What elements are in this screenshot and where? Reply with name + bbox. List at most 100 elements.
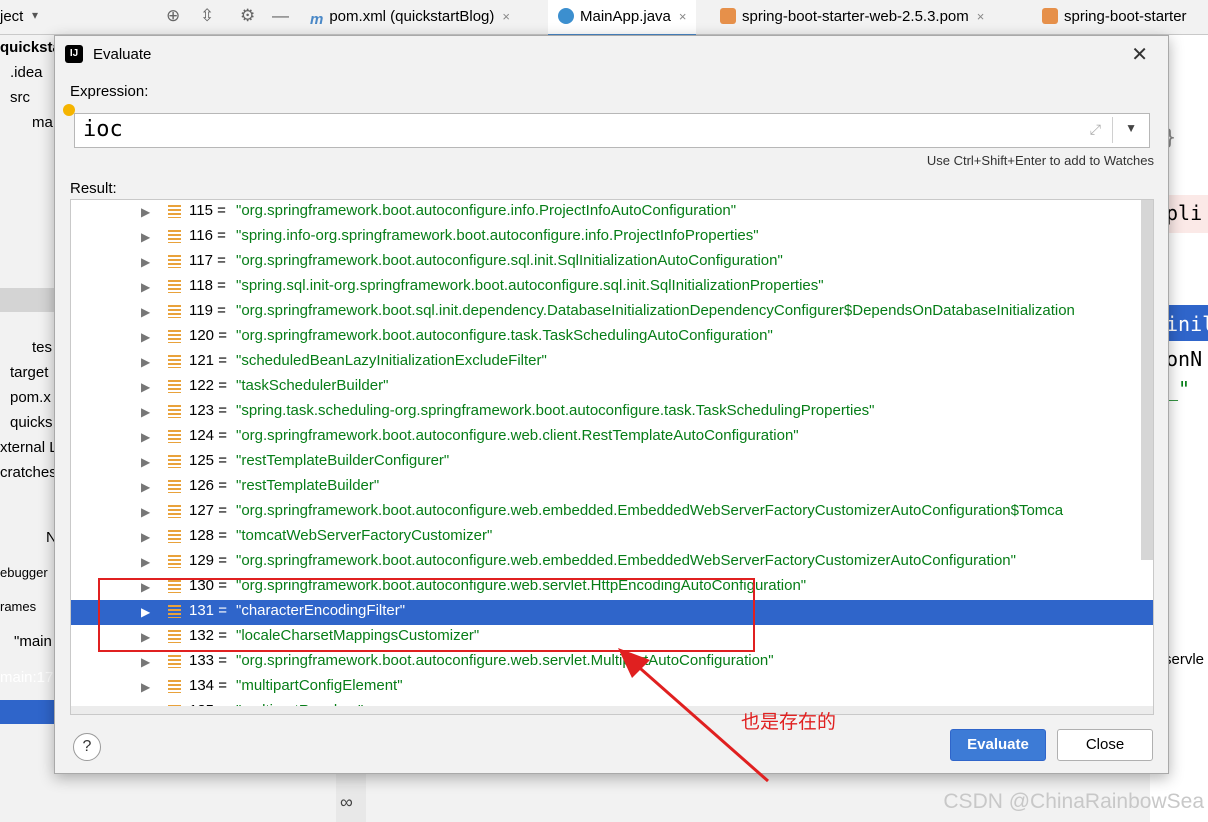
expand-arrow-icon[interactable]: ▶ <box>141 355 150 369</box>
close-icon[interactable]: × <box>977 9 985 24</box>
result-row[interactable]: ▶ 117 = "org.springframework.boot.autoconf… <box>71 250 1153 275</box>
expand-arrow-icon[interactable]: ▶ <box>141 255 150 269</box>
row-value: "multipartConfigElement" <box>236 677 403 694</box>
frame-main[interactable]: main:17 <box>0 669 53 686</box>
row-value: "scheduledBeanLazyInitializationExcludeF… <box>236 352 547 369</box>
row-index: 117 = <box>189 252 226 269</box>
list-item-icon <box>168 530 181 543</box>
tree-item-target[interactable]: target <box>10 364 48 381</box>
gear-icon[interactable]: ⚙ <box>240 6 255 26</box>
tree-item-quickstart[interactable]: quicks <box>10 414 53 431</box>
tab-pom-xml[interactable]: m pom.xml (quickstartBlog) × <box>310 0 510 34</box>
annotation-text: 也是存在的 <box>741 712 837 733</box>
expression-input[interactable]: ioc ⤢ ▼ <box>74 113 1150 148</box>
expand-arrow-icon[interactable]: ▶ <box>141 380 150 394</box>
expression-value[interactable]: ioc <box>83 117 123 142</box>
code-fragment: _" <box>1166 377 1191 401</box>
result-row[interactable]: ▶ 116 = "spring.info-org.springframework.b… <box>71 225 1153 250</box>
row-index: 118 = <box>189 277 226 294</box>
expand-arrow-icon[interactable]: ▶ <box>141 655 150 669</box>
thread-selector[interactable]: "main <box>14 633 52 650</box>
list-item-icon <box>168 455 181 468</box>
row-index: 124 = <box>189 427 227 444</box>
list-item-icon <box>168 680 181 693</box>
vertical-scrollbar[interactable] <box>1141 200 1153 560</box>
result-row[interactable]: ▶ 122 = "taskSchedulerBuilder" <box>71 375 1153 400</box>
row-index: 122 = <box>189 377 227 394</box>
row-value: "org.springframework.boot.autoconfigure.… <box>236 502 1064 519</box>
close-icon[interactable]: × <box>679 9 687 24</box>
result-row[interactable]: ▶ 119 = "org.springframework.boot.sql.init… <box>71 300 1153 325</box>
history-dropdown-icon[interactable]: ▼ <box>1125 121 1137 135</box>
expand-arrow-icon[interactable]: ▶ <box>141 280 150 294</box>
project-root[interactable]: quickstar <box>0 39 55 56</box>
result-row[interactable]: ▶ 128 = "tomcatWebServerFactoryCustomizer" <box>71 525 1153 550</box>
result-row[interactable]: ▶ 123 = "spring.task.scheduling-org.spring… <box>71 400 1153 425</box>
tab-starter-pom[interactable]: spring-boot-starter <box>1042 0 1187 34</box>
project-panel: quickstar .idea src ma tes target pom.x … <box>0 35 55 822</box>
collapse-icon[interactable]: ⇳ <box>200 6 214 26</box>
result-row[interactable]: ▶ 127 = "org.springframework.boot.autoconf… <box>71 500 1153 525</box>
minimize-icon[interactable]: — <box>272 6 289 26</box>
expand-arrow-icon[interactable]: ▶ <box>141 480 150 494</box>
close-button[interactable]: Close <box>1057 729 1153 761</box>
expand-icon[interactable]: ⤢ <box>1090 121 1101 138</box>
row-value: "org.springframework.boot.autoconfigure.… <box>236 427 799 444</box>
result-row[interactable]: ▶ 121 = "scheduledBeanLazyInitializationEx… <box>71 350 1153 375</box>
result-row[interactable]: ▶ 126 = "restTemplateBuilder" <box>71 475 1153 500</box>
tree-item-external-libs[interactable]: xternal L <box>0 439 55 456</box>
close-icon[interactable]: ✕ <box>1131 42 1148 67</box>
expand-arrow-icon[interactable]: ▶ <box>141 230 150 244</box>
result-row[interactable]: ▶ 125 = "restTemplateBuilderConfigurer" <box>71 450 1153 475</box>
expand-arrow-icon[interactable]: ▶ <box>141 330 150 344</box>
selected-frame-highlight <box>0 700 55 724</box>
row-value: "spring.sql.init-org.springframework.boo… <box>236 277 824 294</box>
row-value: "org.springframework.boot.autoconfigure.… <box>236 252 783 269</box>
panel-toolbar-strip <box>0 288 55 312</box>
result-row[interactable]: ▶ 118 = "spring.sql.init-org.springframewo… <box>71 275 1153 300</box>
debugger-tab[interactable]: ebugger <box>0 565 48 580</box>
result-row[interactable]: ▶ 129 = "org.springframework.boot.autoconf… <box>71 550 1153 575</box>
row-index: 115 = <box>189 202 226 219</box>
result-row[interactable]: ▶ 124 = "org.springframework.boot.autoconf… <box>71 425 1153 450</box>
list-item-icon <box>168 380 181 393</box>
help-button[interactable]: ? <box>73 733 101 761</box>
expand-arrow-icon[interactable]: ▶ <box>141 455 150 469</box>
row-index: 128 = <box>189 527 227 544</box>
watches-hint: Use Ctrl+Shift+Enter to add to Watches <box>926 153 1154 168</box>
tab-label: spring-boot-starter <box>1064 8 1187 25</box>
result-row[interactable]: ▶ 120 = "org.springframework.boot.autoconf… <box>71 325 1153 350</box>
tab-label: MainApp.java <box>580 8 671 25</box>
expand-arrow-icon[interactable]: ▶ <box>141 680 150 694</box>
tree-item-test[interactable]: tes <box>32 339 52 356</box>
result-row[interactable]: ▶ 115 = "org.springframework.boot.autoconf… <box>71 200 1153 225</box>
tab-starter-web-pom[interactable]: spring-boot-starter-web-2.5.3.pom × <box>720 0 984 34</box>
tab-label: spring-boot-starter-web-2.5.3.pom <box>742 8 969 25</box>
target-icon[interactable]: ⊕ <box>166 6 180 26</box>
project-label[interactable]: ject <box>0 8 23 25</box>
chevron-down-icon[interactable]: ▾ <box>32 8 38 22</box>
glasses-icon[interactable]: ∞ <box>340 792 353 813</box>
expand-arrow-icon[interactable]: ▶ <box>141 555 150 569</box>
expand-arrow-icon[interactable]: ▶ <box>141 205 150 219</box>
tree-item-pom[interactable]: pom.x <box>10 389 51 406</box>
expand-arrow-icon[interactable]: ▶ <box>141 530 150 544</box>
tree-item-main[interactable]: ma <box>32 114 53 131</box>
maven-icon: m <box>310 11 324 28</box>
row-index: 127 = <box>189 502 227 519</box>
expand-arrow-icon[interactable]: ▶ <box>141 305 150 319</box>
expand-arrow-icon[interactable]: ▶ <box>141 505 150 519</box>
tree-item-src[interactable]: src <box>10 89 30 106</box>
list-item-icon <box>168 355 181 368</box>
tab-mainapp-java[interactable]: MainApp.java × <box>548 0 697 37</box>
row-value: "tomcatWebServerFactoryCustomizer" <box>236 527 493 544</box>
tree-item-scratches[interactable]: cratches <box>0 464 55 481</box>
row-value: "spring.info-org.springframework.boot.au… <box>236 227 759 244</box>
tree-item-idea[interactable]: .idea <box>10 64 43 81</box>
close-icon[interactable]: × <box>502 9 510 24</box>
expand-arrow-icon[interactable]: ▶ <box>141 405 150 419</box>
list-item-icon <box>168 330 181 343</box>
expand-arrow-icon[interactable]: ▶ <box>141 430 150 444</box>
evaluate-button[interactable]: Evaluate <box>950 729 1046 761</box>
row-value: "org.springframework.boot.autoconfigure.… <box>236 327 773 344</box>
